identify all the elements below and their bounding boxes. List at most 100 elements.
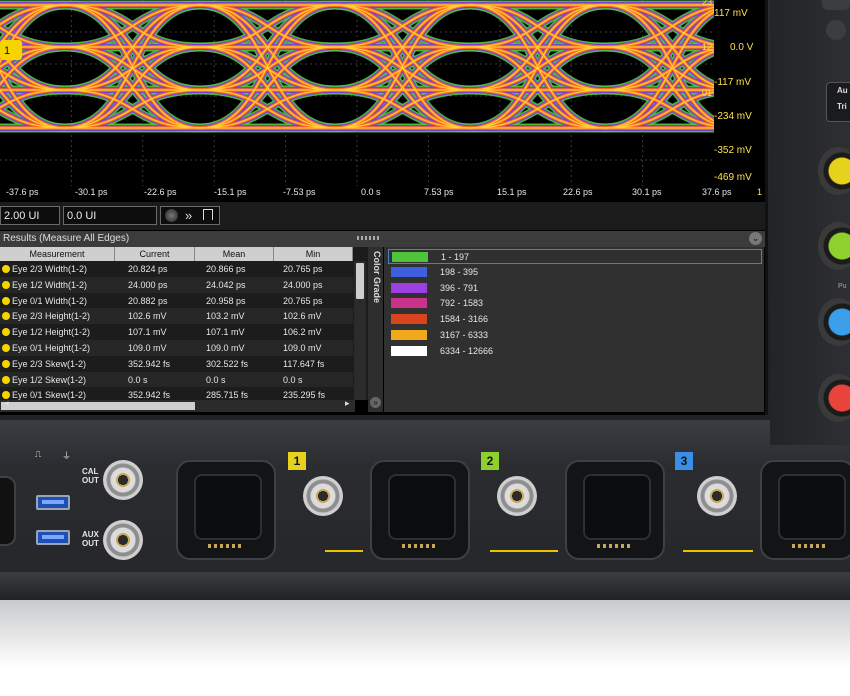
color-grade-row[interactable]: 792 - 1583 (388, 296, 762, 311)
color-grade-tab[interactable]: Color Grade » (368, 247, 383, 412)
channel2-knob[interactable] (818, 222, 850, 270)
table-row[interactable]: Eye 0/1 Height(1-2) 109.0 mV 109.0 mV 109.0… (0, 340, 353, 356)
color-swatch (391, 266, 427, 277)
probe-pins (208, 544, 244, 548)
channel-3-bnc[interactable] (697, 476, 737, 516)
table-row[interactable]: Eye 1/2 Skew(1-2) 0.0 s 0.0 s 0.0 s (0, 371, 353, 388)
color-grade-range: 198 - 395 (440, 266, 479, 277)
ui-span-field[interactable]: 2.00 UI (0, 206, 60, 225)
column-header[interactable]: Current (115, 247, 195, 261)
measurement-name: Eye 1/2 Skew(1-2) (12, 374, 87, 385)
color-grade-row[interactable]: 6334 - 12666 (388, 344, 762, 359)
knob-icon[interactable] (165, 209, 178, 222)
probe-interface-1[interactable] (176, 460, 276, 560)
color-grade-row[interactable]: 396 - 791 (388, 281, 762, 296)
aux-out-connector[interactable] (103, 520, 143, 560)
channel-3-bracket (683, 540, 753, 552)
measurement-name: Eye 0/1 Height(1-2) (12, 343, 91, 353)
table-row[interactable]: Eye 1/2 Width(1-2) 24.000 ps 24.042 ps 24.0… (0, 276, 353, 293)
measurement-value: 24.000 ps (128, 279, 168, 290)
color-grade-row[interactable]: 198 - 395 (388, 265, 762, 280)
color-grade-legend: 1 - 197 198 - 395 396 - 791 792 - 1583 1584 … (384, 247, 764, 412)
collapse-icon[interactable]: ⌄ (749, 232, 762, 245)
auto-button[interactable]: Au Tri (826, 82, 850, 122)
color-grade-range: 792 - 1583 (440, 298, 484, 309)
probe-input-partial[interactable] (0, 476, 16, 546)
pin-icon[interactable] (203, 209, 213, 220)
ground-icon: ⏚ (62, 451, 72, 461)
measurement-value: 20.958 ps (206, 295, 246, 306)
probe-socket (778, 474, 846, 540)
cal-out-connector[interactable] (103, 460, 143, 500)
usb-port[interactable] (36, 495, 70, 510)
x-axis: -37.6 ps -30.1 ps -22.6 ps -15.1 ps -7.5… (0, 186, 765, 202)
horizontal-scrollbar[interactable]: ◂ ▸ (0, 398, 355, 412)
color-grade-row[interactable]: 3167 - 6333 (388, 328, 762, 343)
results-title: Results (Measure All Edges) (0, 231, 765, 247)
channel-2-bnc[interactable] (497, 476, 537, 516)
side-button[interactable] (822, 0, 850, 10)
vertical-scrollbar[interactable] (354, 261, 366, 400)
measurement-name: Eye 2/3 Height(1-2) (12, 311, 91, 322)
table-row[interactable]: Eye 0/1 Width(1-2) 20.882 ps 20.958 ps 20.7… (0, 292, 353, 309)
table-row[interactable]: Eye 1/2 Height(1-2) 107.1 mV 107.1 mV 106.2… (0, 324, 353, 341)
measurement-value: 106.2 mV (283, 327, 322, 338)
channel3-knob[interactable] (818, 298, 850, 346)
color-swatch (392, 252, 428, 262)
measurement-value: 20.824 ps (128, 264, 168, 274)
measurement-value: 0.0 s (128, 374, 148, 385)
probe-pins (402, 544, 438, 548)
table-reflection (0, 600, 850, 696)
x-tick-label: -22.6 ps (144, 187, 177, 197)
side-knob[interactable] (826, 20, 846, 40)
scrollbar-thumb[interactable] (1, 402, 195, 410)
table-row[interactable]: Eye 2/3 Width(1-2) 20.824 ps 20.866 ps 20.7… (0, 261, 353, 277)
usb-port[interactable] (36, 530, 70, 545)
results-table: Measurement Current Mean Min Eye 2/3 Wid… (0, 247, 368, 404)
column-header[interactable]: Min (274, 247, 353, 261)
column-header[interactable]: Measurement (0, 247, 115, 261)
x-tick-label: 7.53 ps (424, 187, 454, 197)
color-grade-row[interactable]: 1584 - 3166 (388, 312, 762, 327)
measurement-status-icon (2, 312, 10, 321)
probe-interface-4[interactable] (760, 460, 850, 560)
column-header[interactable]: Mean (195, 247, 274, 261)
channel-1-bnc[interactable] (303, 476, 343, 516)
channel1-knob[interactable] (818, 147, 850, 195)
trigger-marker[interactable]: 1 (0, 40, 22, 60)
measurement-value: 102.6 mV (283, 311, 322, 322)
channel-2-bracket (490, 540, 558, 552)
measurement-value: 107.1 mV (128, 327, 167, 338)
ui-offset-field[interactable]: 0.0 UI (63, 206, 157, 225)
probe-interface-3[interactable] (565, 460, 665, 560)
color-grade-row[interactable]: 1 - 197 (388, 249, 762, 264)
scroll-right-icon[interactable]: ▸ (345, 398, 350, 409)
channel4-knob[interactable] (818, 374, 850, 422)
measurement-status-icon (2, 328, 10, 337)
scroll-left-icon[interactable]: ◂ (4, 398, 9, 409)
scrollbar-thumb[interactable] (356, 263, 364, 299)
x-tick-label: 15.1 ps (497, 187, 527, 197)
measurement-name: Eye 1/2 Height(1-2) (12, 327, 91, 338)
double-chevron-right-icon[interactable]: » (185, 207, 192, 224)
measurement-status-icon (2, 280, 10, 289)
auto-button-label: Au (837, 86, 848, 95)
measurement-value: 109.0 mV (206, 343, 245, 353)
x-tick-label: -37.6 ps (6, 187, 39, 197)
y-tick-label: -469 mV (714, 172, 752, 183)
x-tick-label: 37.6 ps (702, 187, 732, 197)
measurement-value: 20.866 ps (206, 264, 246, 274)
drag-handle-icon[interactable] (357, 236, 379, 240)
measurement-value: 24.000 ps (283, 279, 323, 290)
probe-interface-2[interactable] (370, 460, 470, 560)
control-buttons: » (160, 206, 220, 225)
square-wave-icon: ⎍ (35, 449, 42, 459)
measurement-value: 117.647 fs (283, 358, 325, 369)
table-row[interactable]: Eye 2/3 Height(1-2) 102.6 mV 103.2 mV 102.6… (0, 308, 353, 325)
color-swatch (391, 345, 427, 356)
collapse-icon[interactable]: » (370, 397, 381, 408)
eye-diagram-plot[interactable]: 1 (0, 0, 714, 186)
measurement-value: 0.0 s (283, 374, 303, 385)
channel-1-bracket (325, 540, 363, 552)
table-row[interactable]: Eye 2/3 Skew(1-2) 352.942 fs 302.522 fs 117… (0, 355, 353, 372)
